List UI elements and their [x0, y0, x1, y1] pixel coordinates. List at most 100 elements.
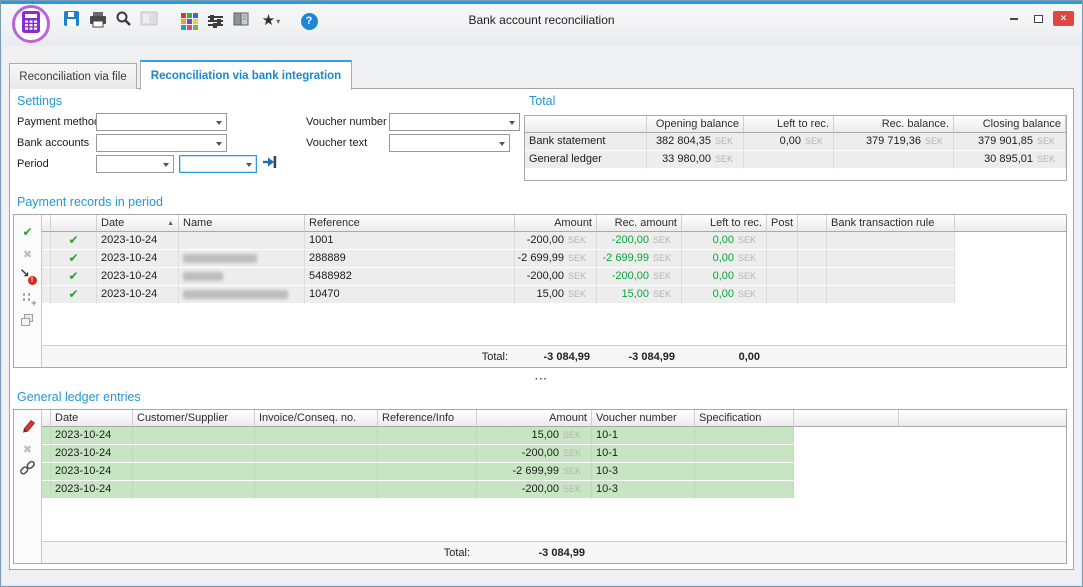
search-icon — [114, 10, 132, 33]
check-icon: ✔ — [68, 269, 78, 283]
table-row[interactable]: ✔ 2023-10-24 10470 15,00SEK 15,00SEK 0,0… — [42, 286, 1066, 304]
col-header-reference[interactable]: Reference — [305, 215, 515, 232]
col-header-rec-balance[interactable]: Rec. balance. — [834, 116, 954, 133]
col-header-amount[interactable]: Amount — [477, 410, 592, 427]
payments-total-row: Total: -3 084,99 -3 084,99 0,00 — [42, 345, 1066, 367]
check-icon: ✔ — [22, 225, 32, 239]
voucher-text-label: Voucher text — [306, 134, 367, 152]
options-button[interactable] — [203, 9, 227, 33]
table-row[interactable]: Bank statement 382 804,35SEK 0,00SEK 379… — [525, 133, 1066, 151]
manual-button[interactable] — [229, 9, 253, 33]
col-header-left-to-rec[interactable]: Left to rec. — [682, 215, 767, 232]
save-icon — [63, 10, 80, 32]
maximize-button[interactable] — [1028, 11, 1049, 26]
amount-cell: -2 699,99SEK — [477, 463, 592, 481]
voucher-text-select[interactable]: Bank statement — [389, 134, 510, 152]
edit-entry-button[interactable] — [14, 416, 41, 438]
bank-accounts-select[interactable]: Main account SEB — [96, 134, 227, 152]
left-to-rec-cell: 0,00SEK — [682, 232, 767, 250]
col-header-name[interactable]: Name — [179, 215, 305, 232]
table-row[interactable]: ✔ 2023-10-24 288889 -2 699,99SEK -2 699,… — [42, 250, 1066, 268]
total-amount: -3 084,99 — [512, 351, 594, 363]
table-row[interactable]: 2023-10-24 -200,00SEK 10-1 — [42, 445, 1066, 463]
voucher-cell: 10-1 — [592, 445, 695, 463]
printer-icon — [88, 10, 106, 33]
manual-match-button[interactable]: + — [14, 287, 41, 309]
table-row[interactable]: ✔ 2023-10-24 1001 -200,00SEK -200,00SEK … — [42, 232, 1066, 250]
col-header-opening-balance[interactable]: Opening balance — [647, 116, 744, 133]
copy-button[interactable] — [14, 309, 41, 331]
search-button[interactable] — [111, 9, 135, 33]
col-header-closing-balance[interactable]: Closing balance — [954, 116, 1066, 133]
minimize-button[interactable] — [1003, 11, 1024, 26]
col-header-date[interactable]: Date▲ — [97, 215, 179, 232]
tab-reconciliation-via-file[interactable]: Reconciliation via file — [9, 63, 137, 89]
col-header-reference-info[interactable]: Reference/Info — [378, 410, 477, 427]
close-button[interactable]: ✕ — [1053, 11, 1074, 26]
col-header-voucher-number[interactable]: Voucher number — [592, 410, 695, 427]
exclamation-badge-icon: ! — [28, 276, 37, 285]
link-entry-button[interactable] — [14, 460, 41, 482]
rec-amount-cell: -200,00SEK — [597, 268, 682, 286]
matched-cell: ✔ — [51, 232, 97, 250]
table-row[interactable]: ✔ 2023-10-24 5488982 -200,00SEK -200,00S… — [42, 268, 1066, 286]
total-label: Total: — [42, 351, 512, 363]
payment-method-select[interactable]: Bankintegration — [96, 113, 227, 131]
col-header-left-to-rec[interactable]: Left to rec. — [744, 116, 834, 133]
chevron-down-icon: ▾ — [276, 17, 280, 26]
voucher-series-select[interactable]: 1 Löpande ver.serie — [389, 113, 520, 131]
save-button[interactable] — [59, 9, 83, 33]
link-icon — [19, 460, 36, 482]
total-label: Total: — [42, 547, 474, 559]
date-cell: 2023-10-24 — [97, 250, 179, 268]
date-cell: 2023-10-24 — [97, 286, 179, 304]
name-cell-redacted — [179, 286, 305, 304]
reference-cell: 5488982 — [305, 268, 515, 286]
matched-cell: ✔ — [51, 286, 97, 304]
print-button[interactable] — [85, 9, 109, 33]
card-icon — [140, 11, 158, 31]
col-header-date[interactable]: Date — [51, 410, 133, 427]
table-row[interactable]: 2023-10-24 15,00SEK 10-1 — [42, 427, 1066, 445]
app-menu-button[interactable] — [12, 5, 50, 43]
table-row[interactable]: 2023-10-24 -200,00SEK 10-3 — [42, 481, 1066, 499]
panel-splitter[interactable]: ··· — [10, 375, 1073, 387]
col-header-specification[interactable]: Specification — [695, 410, 794, 427]
name-cell-redacted — [179, 268, 305, 286]
help-button[interactable]: ? — [297, 9, 321, 33]
col-header-bank-transaction-rule[interactable]: Bank transaction rule — [827, 215, 955, 232]
check-icon: ✔ — [68, 251, 78, 265]
period-to-select[interactable]: 2023-10-24 — [179, 155, 257, 173]
matched-cell: ✔ — [51, 250, 97, 268]
settings-section-title: Settings — [17, 94, 62, 108]
amount-cell: -200,00SEK — [515, 268, 597, 286]
ledger-total-row: Total: -3 084,99 — [42, 541, 1066, 563]
table-row[interactable]: General ledger 33 980,00SEK 30 895,01SEK — [525, 151, 1066, 169]
payments-header-row: Date▲ Name Reference Amount Rec. amount … — [42, 215, 1066, 232]
period-label: Period — [17, 155, 49, 173]
col-header-post[interactable]: Post — [767, 215, 798, 232]
chevron-down-icon — [163, 163, 169, 167]
col-header-customer-supplier[interactable]: Customer/Supplier — [133, 410, 255, 427]
favorites-button[interactable]: ★ ▾ — [255, 9, 287, 33]
table-row-selected[interactable]: 2023-10-24 -2 699,99SEK 10-3 — [42, 463, 1066, 481]
exclude-button[interactable]: ↘ ! — [14, 265, 41, 287]
modules-button[interactable] — [177, 9, 201, 33]
col-header-invoice[interactable]: Invoice/Conseq. no. — [255, 410, 378, 427]
apply-period-button[interactable] — [260, 155, 278, 173]
left-to-rec-cell: 0,00SEK — [682, 268, 767, 286]
reconcile-button[interactable]: ✔ — [14, 221, 41, 243]
preview-button-disabled[interactable] — [137, 9, 161, 33]
tab-reconciliation-via-bank-integration[interactable]: Reconciliation via bank integration — [140, 60, 352, 90]
period-from-select[interactable]: 2023-10-24 — [96, 155, 174, 173]
delete-entry-button[interactable]: ✖ — [14, 438, 41, 460]
amount-cell: -200,00SEK — [477, 445, 592, 463]
col-header-amount[interactable]: Amount — [515, 215, 597, 232]
rule-cell — [827, 286, 955, 304]
ledger-header-row: Date Customer/Supplier Invoice/Conseq. n… — [42, 410, 1066, 427]
rule-cell — [827, 268, 955, 286]
col-header-rec-amount[interactable]: Rec. amount — [597, 215, 682, 232]
unmatch-button[interactable]: ✖ — [14, 243, 41, 265]
date-cell: 2023-10-24 — [97, 268, 179, 286]
date-cell: 2023-10-24 — [97, 232, 179, 250]
